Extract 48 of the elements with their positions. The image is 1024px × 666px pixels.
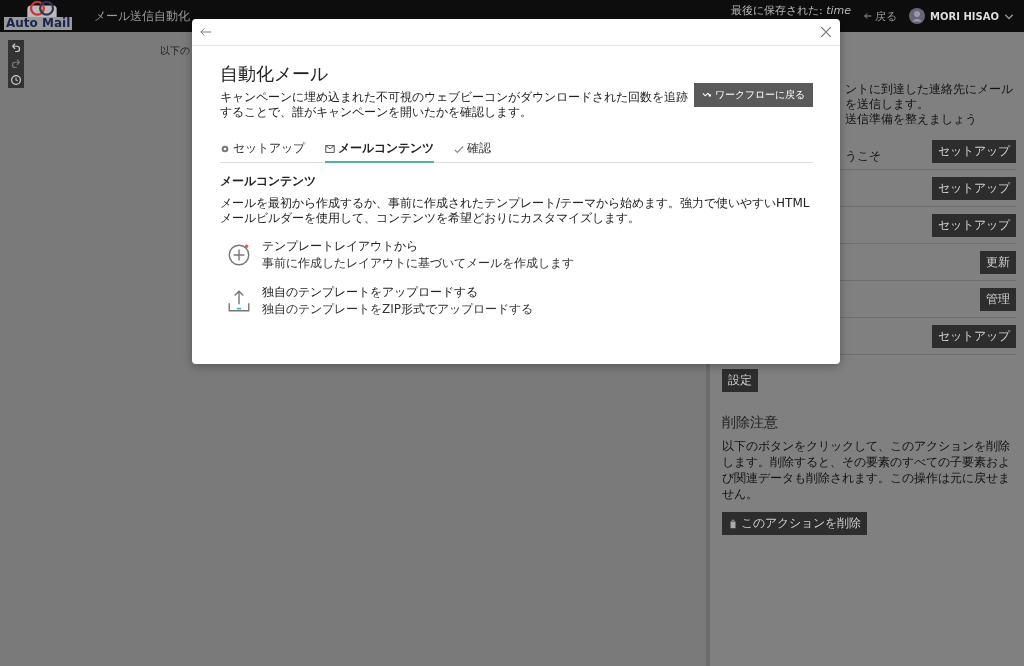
- option-description: 独自のテンプレートをZIP形式でアップロードする: [262, 301, 533, 318]
- back-button[interactable]: [200, 26, 212, 38]
- app-title: メール送信自動化: [94, 7, 190, 25]
- setup-button[interactable]: セットアップ: [932, 213, 1016, 237]
- option-link[interactable]: テンプレートレイアウトから: [262, 238, 574, 255]
- toolbar-button[interactable]: [8, 72, 24, 88]
- panel-text: ントに到達した連絡先にメールを送信します。: [845, 82, 1014, 112]
- tab[interactable]: セットアップ: [220, 136, 305, 163]
- warning-text: 以下のボタンをクリックして、このアクションを削除します。削除すると、その要素のすべての子要素および関連データも削除されます。この操作は元に戻せません。: [722, 438, 1011, 502]
- modal-description: キャンペーンに埋め込まれた不可視のウェブビーコンがダウンロードされた回数を追跡することで、誰がキャンペーンを開いたかを確認します。: [220, 90, 689, 120]
- settings-button[interactable]: 設定: [722, 369, 758, 392]
- logo-text: Auto Mail: [4, 17, 73, 30]
- row-label: うこそ: [845, 147, 881, 165]
- back-link[interactable]: 戻る: [863, 8, 898, 24]
- return-button[interactable]: ワークフローに戻る: [694, 83, 813, 107]
- user-menu[interactable]: MORI HISAO: [909, 8, 1014, 24]
- add-circle-icon[interactable]: [226, 242, 252, 268]
- delete-button[interactable]: このアクションを削除: [722, 512, 867, 535]
- setup-button[interactable]: 更新: [980, 250, 1016, 274]
- trash-icon: [728, 518, 738, 529]
- redo-icon: [9, 57, 23, 71]
- modal-title: 自動化メール: [220, 62, 329, 86]
- history-icon: [9, 73, 23, 87]
- upload-icon[interactable]: [226, 288, 252, 314]
- close-icon: [820, 26, 832, 38]
- close-button[interactable]: [820, 26, 832, 38]
- canvas-text: 以下の: [160, 44, 190, 58]
- undo-icon: [9, 41, 23, 55]
- setup-button[interactable]: 管理: [980, 287, 1016, 311]
- workflow-icon: [702, 90, 712, 100]
- option-description: 事前に作成したレイアウトに基づいてメールを作成します: [262, 255, 574, 272]
- check-icon: [454, 143, 464, 154]
- section-heading: 削除注意: [722, 414, 778, 432]
- section-heading: メールコンテンツ: [220, 173, 317, 190]
- avatar-icon: [909, 8, 926, 24]
- caret-icon: [1004, 11, 1014, 21]
- envelope-icon: [325, 143, 335, 154]
- left-arrow-icon: [200, 26, 212, 38]
- last-saved-text: 最後に保存された: time: [731, 4, 852, 17]
- setup-button[interactable]: セットアップ: [932, 324, 1016, 348]
- section-description: メールを最初から作成するか、事前に作成されたテンプレート/テーマから始めます。強力で使いやすいHTMLメールビルダーを使用して、コンテンツを希望どおりにカスタマイズします。: [220, 196, 811, 226]
- tab[interactable]: メールコンテンツ: [325, 136, 434, 163]
- setup-button[interactable]: セットアップ: [932, 139, 1016, 163]
- tab[interactable]: 確認: [454, 136, 491, 163]
- panel-text: 送信準備を整えましょう: [845, 112, 978, 127]
- option-link[interactable]: 独自のテンプレートをアップロードする: [262, 284, 533, 301]
- setup-button[interactable]: セットアップ: [932, 176, 1016, 200]
- left-arrow-icon: [863, 11, 874, 21]
